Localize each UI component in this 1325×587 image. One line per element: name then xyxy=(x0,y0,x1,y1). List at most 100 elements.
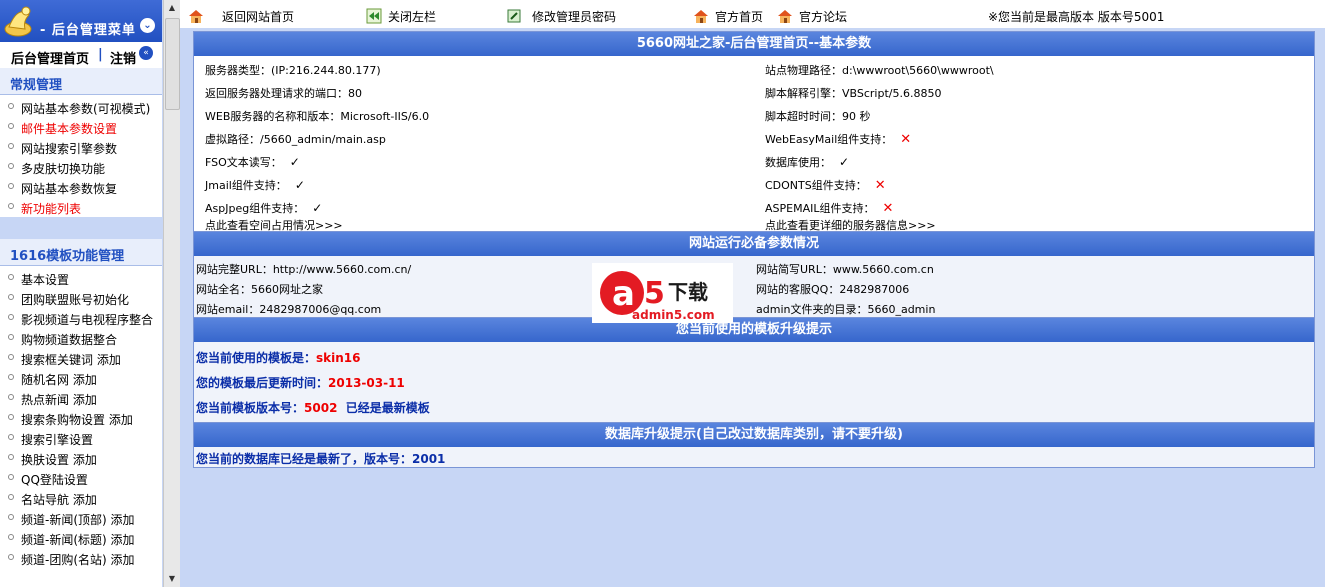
template-upgrade-panel: 您当前使用的模板升级提示 您当前使用的模板是：skin16 您的模板最后更新时间… xyxy=(193,317,1315,425)
server-param-label: AspJpeg组件支持： xyxy=(205,202,305,215)
sidebar-item-template[interactable]: 频道-新闻(顶部) 添加 xyxy=(8,510,135,530)
server-param-right: 数据库使用： ✓ xyxy=(765,154,849,170)
sidebar-item-general[interactable]: 网站搜索引擎参数 xyxy=(8,139,117,159)
sidebar-item-label: 搜索引擎设置 xyxy=(21,433,94,447)
tab-separator: | xyxy=(98,47,103,62)
server-param-label: ASPEMAIL组件支持： xyxy=(765,202,875,215)
sidebar-item-template[interactable]: 换肤设置 添加 xyxy=(8,450,97,470)
bullet-icon xyxy=(8,333,14,340)
sidebar-item-template[interactable]: 频道-团购(名站) 添加 xyxy=(8,550,135,570)
section-template-header[interactable]: 1616模板功能管理 xyxy=(0,239,162,266)
logo-domain: admin5.com xyxy=(632,308,715,322)
sidebar: - 后台管理菜单 ⌄ 后台管理首页 | 注销 « 常规管理 网站基本参数(可视模… xyxy=(0,0,162,587)
home-icon xyxy=(189,9,203,23)
database-upgrade-title: 数据库升级提示(自己改过数据库类别，请不要升级) xyxy=(194,423,1314,447)
official-home-link[interactable]: 官方首页 xyxy=(693,8,763,26)
sidebar-item-template[interactable]: 基本设置 xyxy=(8,270,69,290)
sidebar-item-template[interactable]: 购物频道数据整合 xyxy=(8,330,117,350)
bullet-icon xyxy=(8,353,14,360)
sidebar-item-label: 新功能列表 xyxy=(21,202,82,216)
template-name-label: 您当前使用的模板是： xyxy=(196,351,317,365)
sidebar-item-template[interactable]: 搜索引擎设置 xyxy=(8,430,93,450)
sidebar-item-template[interactable]: 随机名网 添加 xyxy=(8,370,97,390)
server-param-label: 脚本解释引擎：VBScript/5.6.8850 xyxy=(765,87,942,100)
server-param-left: 返回服务器处理请求的端口：80 xyxy=(205,85,362,101)
scroll-up-icon[interactable]: ▲ xyxy=(165,1,179,15)
sidebar-scrollbar[interactable]: ▲ ▼ xyxy=(163,0,180,587)
bullet-icon xyxy=(8,313,14,320)
section-general-title: 常规管理 xyxy=(10,78,63,93)
back-home-link[interactable]: 返回网站首页 xyxy=(188,8,294,26)
home-icon xyxy=(778,9,792,23)
logo-xiazai: 下载 xyxy=(668,280,708,304)
menu-header: - 后台管理菜单 ⌄ xyxy=(0,0,162,42)
section-general-header[interactable]: 常规管理 xyxy=(0,68,162,95)
sidebar-item-label: 换肤设置 添加 xyxy=(21,453,97,467)
server-param-label: WebEasyMail组件支持： xyxy=(765,133,893,146)
tab-admin-home[interactable]: 后台管理首页 xyxy=(11,48,89,67)
check-icon: ✓ xyxy=(839,155,850,169)
server-param-label: Jmail组件支持： xyxy=(205,179,287,192)
sidebar-item-general[interactable]: 新功能列表 xyxy=(8,199,81,219)
edit-document-icon xyxy=(507,9,521,22)
template-upgrade-title: 您当前使用的模板升级提示 xyxy=(194,318,1314,342)
scroll-down-icon[interactable]: ▼ xyxy=(165,572,179,586)
close-left-label: 关闭左栏 xyxy=(388,10,437,24)
sidebar-item-label: 热点新闻 添加 xyxy=(21,393,97,407)
sidebar-item-general[interactable]: 多皮肤切换功能 xyxy=(8,159,105,179)
change-password-link[interactable]: 修改管理员密码 xyxy=(506,8,616,26)
sidebar-item-general[interactable]: 邮件基本参数设置 xyxy=(8,119,117,139)
sidebar-item-general[interactable]: 网站基本参数(可视模式) xyxy=(8,99,150,119)
sidebar-item-template[interactable]: 搜索框关键词 添加 xyxy=(8,350,121,370)
sidebar-item-label: 影视频道与电视程序整合 xyxy=(21,313,154,327)
template-version-row: 您当前模板版本号：5002 已经是最新模板 xyxy=(196,399,430,416)
double-chevron-left-icon[interactable]: « xyxy=(139,46,153,60)
scrollbar-thumb[interactable] xyxy=(165,18,180,110)
server-param-left: Jmail组件支持： ✓ xyxy=(205,177,305,193)
server-param-label: 数据库使用： xyxy=(765,156,831,169)
check-icon: ✓ xyxy=(294,178,305,192)
official-forum-link[interactable]: 官方论坛 xyxy=(777,8,847,26)
chevron-down-icon[interactable]: ⌄ xyxy=(140,18,155,33)
check-icon: ✓ xyxy=(289,155,300,169)
logout-link[interactable]: 注销 xyxy=(110,48,136,67)
server-param-label: 服务器类型：(IP:216.244.80.177) xyxy=(205,64,381,77)
sidebar-item-label: 搜索条购物设置 添加 xyxy=(21,413,133,427)
bullet-icon xyxy=(8,102,14,109)
sidebar-item-label: 频道-新闻(标题) 添加 xyxy=(21,533,135,547)
server-param-left: 虚拟路径：/5660_admin/main.asp xyxy=(205,131,386,147)
sidebar-item-template[interactable]: 影视频道与电视程序整合 xyxy=(8,310,153,330)
server-param-right: 站点物理路径：d:\wwwroot\5660\wwwroot\ xyxy=(765,62,994,78)
section-general-list: 网站基本参数(可视模式) 邮件基本参数设置 网站搜索引擎参数 多皮肤切换功能 网站基本参… xyxy=(0,95,162,217)
site-param-left: 网站email：2482987006@qq.com xyxy=(196,303,382,316)
sidebar-item-label: 搜索框关键词 添加 xyxy=(21,353,121,367)
server-param-label: CDONTS组件支持： xyxy=(765,179,867,192)
close-left-link[interactable]: 关闭左栏 xyxy=(366,8,436,26)
admin-logo-icon xyxy=(4,6,32,37)
server-param-right: ASPEMAIL组件支持： ✕ xyxy=(765,200,893,216)
sidebar-item-template[interactable]: 名站导航 添加 xyxy=(8,490,97,510)
sidebar-item-label: 随机名网 添加 xyxy=(21,373,97,387)
section-template-list: 基本设置 团购联盟账号初始化影视频道与电视程序整合购物频道数据整合搜索框关键词 添… xyxy=(0,266,162,587)
template-updated-value: 2013-03-11 xyxy=(328,376,405,390)
cross-icon: ✕ xyxy=(874,178,886,193)
template-updated-label: 您的模板最后更新时间： xyxy=(196,376,329,390)
site-param-left: 网站全名：5660网址之家 xyxy=(196,283,323,296)
server-param-label: 返回服务器处理请求的端口：80 xyxy=(205,87,362,100)
bullet-icon xyxy=(8,433,14,440)
sidebar-item-template[interactable]: 搜索条购物设置 添加 xyxy=(8,410,133,430)
sidebar-item-template[interactable]: 频道-新闻(标题) 添加 xyxy=(8,530,135,550)
bullet-icon xyxy=(8,293,14,300)
server-param-label: 脚本超时时间：90 秒 xyxy=(765,110,871,123)
bullet-icon xyxy=(8,273,14,280)
change-password-label: 修改管理员密码 xyxy=(532,10,617,24)
basic-params-panel: 5660网址之家-后台管理首页--基本参数 服务器类型：(IP:216.244.… xyxy=(193,31,1315,233)
server-param-label: FSO文本读写： xyxy=(205,156,282,169)
sidebar-item-template[interactable]: QQ登陆设置 xyxy=(8,470,88,490)
sidebar-item-template[interactable]: 热点新闻 添加 xyxy=(8,390,97,410)
menu-title: - 后台管理菜单 xyxy=(40,23,136,38)
server-param-left: 服务器类型：(IP:216.244.80.177) xyxy=(205,62,381,78)
sidebar-item-template[interactable]: 团购联盟账号初始化 xyxy=(8,290,129,310)
sidebar-item-label: 网站基本参数(可视模式) xyxy=(21,102,151,116)
sidebar-item-general[interactable]: 网站基本参数恢复 xyxy=(8,179,117,199)
